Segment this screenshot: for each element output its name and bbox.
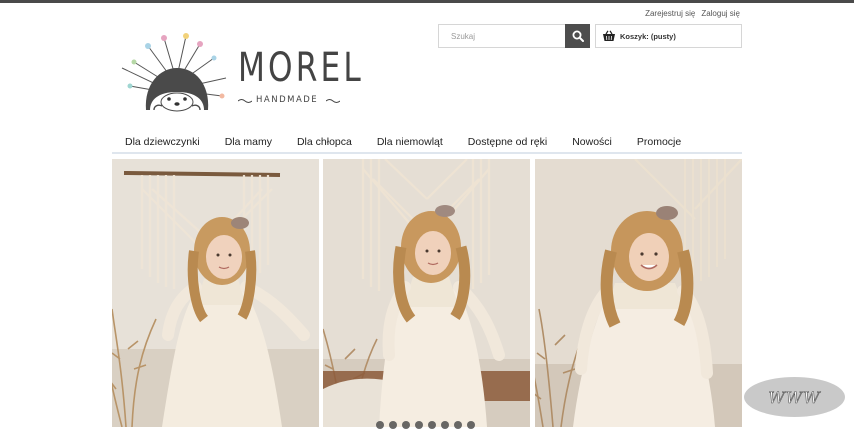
nav-item-promocje[interactable]: Promocje (624, 132, 693, 152)
wave-right-icon (326, 98, 340, 104)
wave-left-icon (238, 98, 252, 104)
search-button[interactable] (565, 24, 590, 48)
slider-dot-6[interactable] (441, 421, 449, 429)
user-links: Zarejestruj się Zaloguj się (645, 9, 740, 18)
logo-subtitle: HANDMADE (256, 95, 318, 105)
product-photo-1[interactable] (112, 159, 319, 427)
slider-dot-7[interactable] (454, 421, 462, 429)
cart-button[interactable]: Koszyk: (pusty) (595, 24, 742, 48)
search-input[interactable] (439, 25, 566, 47)
slider-dot-5[interactable] (428, 421, 436, 429)
login-link[interactable]: Zaloguj się (701, 9, 740, 18)
nav-item-dla-dziewczynki[interactable]: Dla dziewczynki (112, 132, 212, 152)
search-icon (572, 30, 584, 42)
slider-dot-1[interactable] (376, 421, 384, 429)
slider-dots (376, 421, 475, 429)
nav-item-dla-mamy[interactable]: Dla mamy (212, 132, 284, 152)
slider-dot-8[interactable] (467, 421, 475, 429)
www-badge[interactable]: WWW (744, 377, 845, 417)
nav-item-dla-chlopca[interactable]: Dla chłopca (284, 132, 364, 152)
logo[interactable]: MOREL HANDMADE (120, 32, 350, 112)
slider-dot-3[interactable] (402, 421, 410, 429)
register-link[interactable]: Zarejestruj się (645, 9, 695, 18)
search-box (438, 24, 590, 48)
hero-slider[interactable] (112, 159, 742, 427)
nav-item-nowosci[interactable]: Nowości (559, 132, 624, 152)
slider-dot-2[interactable] (389, 421, 397, 429)
basket-icon (602, 30, 616, 42)
cart-label: Koszyk: (pusty) (620, 32, 676, 41)
logo-wordmark: MOREL (238, 32, 364, 104)
top-bar (0, 0, 854, 3)
main-nav: Dla dziewczynki Dla mamy Dla chłopca Dla… (112, 132, 742, 154)
product-photo-2[interactable] (323, 159, 530, 427)
slider-dot-4[interactable] (415, 421, 423, 429)
nav-item-dla-niemowlat[interactable]: Dla niemowląt (364, 132, 455, 152)
product-photo-3[interactable] (535, 159, 742, 427)
nav-item-dostepne-od-reki[interactable]: Dostępne od ręki (455, 132, 559, 152)
hedgehog-logo-icon (120, 32, 230, 112)
